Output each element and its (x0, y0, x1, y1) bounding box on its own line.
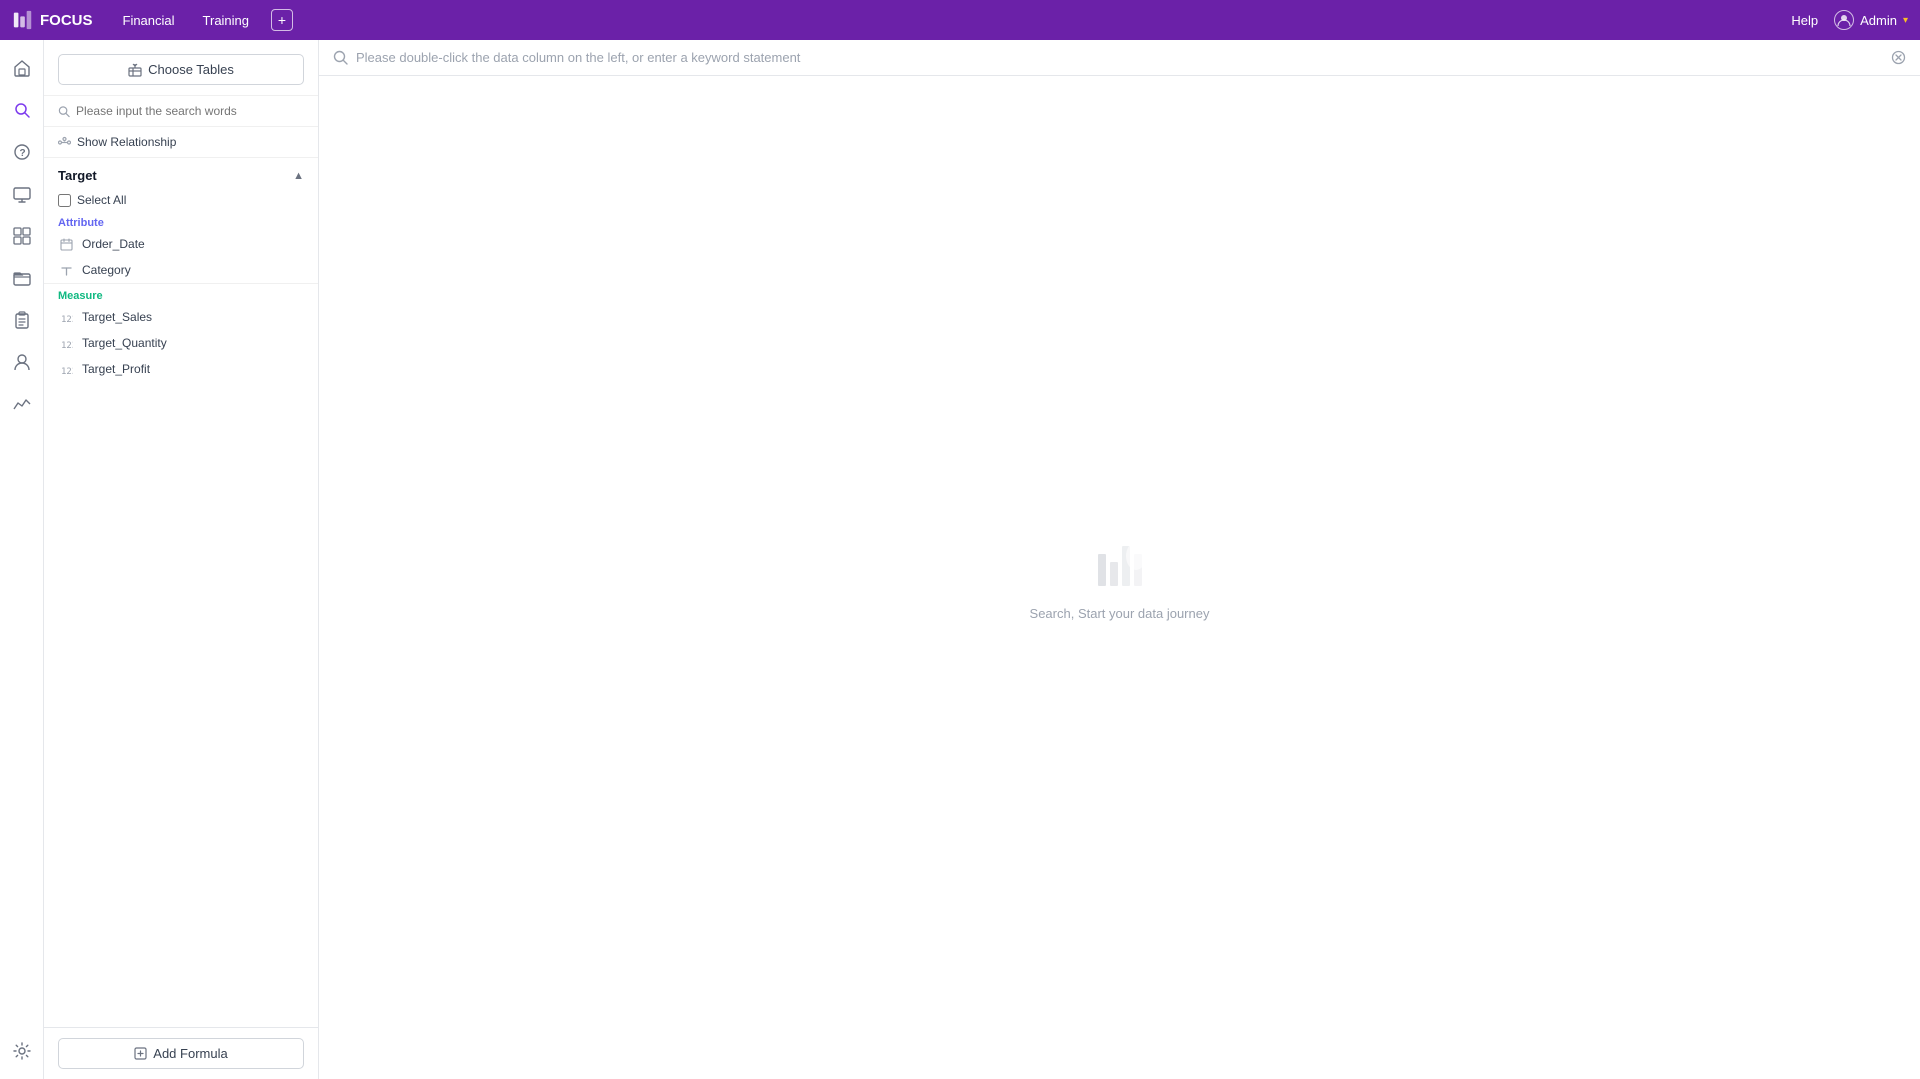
icon-sidebar: ? (0, 40, 44, 1079)
sidebar-item-clipboard[interactable] (4, 302, 40, 338)
home-icon (13, 59, 31, 77)
list-item[interactable]: 123 Target_Profit (44, 356, 318, 382)
sidebar-item-user[interactable] (4, 344, 40, 380)
svg-text:?: ? (19, 148, 25, 159)
empty-state-chart-icon (1090, 534, 1150, 594)
top-search-input[interactable] (356, 50, 1883, 65)
select-all-row: Select All (44, 189, 318, 213)
panel-search-field (44, 96, 318, 127)
user-icon (13, 353, 31, 371)
sidebar-item-folder[interactable] (4, 260, 40, 296)
sidebar-item-home[interactable] (4, 50, 40, 86)
main-layout: ? (0, 40, 1920, 1079)
select-all-label[interactable]: Select All (77, 193, 126, 207)
select-all-checkbox[interactable] (58, 194, 71, 207)
nav-training[interactable]: Training (197, 9, 255, 32)
list-item[interactable]: 123 Target_Sales (44, 304, 318, 330)
data-panel-content: Target ▲ Select All Attribute (44, 158, 318, 1027)
user-name: Admin (1860, 13, 1897, 28)
navbar: FOCUS Financial Training + Help Admin ▾ (0, 0, 1920, 40)
add-formula-button[interactable]: Add Formula (58, 1038, 304, 1069)
add-formula-label: Add Formula (153, 1046, 227, 1061)
show-relationship-row[interactable]: Show Relationship (44, 127, 318, 158)
show-relationship-label: Show Relationship (77, 135, 176, 149)
panel-search-input[interactable] (76, 104, 304, 118)
list-item[interactable]: 123 Target_Quantity (44, 330, 318, 356)
choose-tables-label: Choose Tables (148, 62, 234, 77)
attribute-category-label: Attribute (44, 213, 318, 231)
clipboard-icon (13, 311, 31, 329)
data-panel: Choose Tables Show Relationship (44, 40, 319, 1079)
add-formula-icon (134, 1047, 147, 1060)
field-target-quantity: Target_Quantity (82, 336, 167, 350)
number-icon-1: 123 (58, 309, 74, 325)
settings-icon (13, 1042, 31, 1060)
help-icon: ? (13, 143, 31, 161)
list-item[interactable]: Order_Date (44, 231, 318, 257)
number-icon-2: 123 (58, 335, 74, 351)
target-section-header[interactable]: Target ▲ (44, 158, 318, 189)
empty-state-text: Search, Start your data journey (1030, 606, 1210, 621)
data-panel-footer: Add Formula (44, 1027, 318, 1079)
number-icon-3: 123 (58, 361, 74, 377)
empty-state: Search, Start your data journey (319, 76, 1920, 1079)
add-tab-button[interactable]: + (271, 9, 293, 31)
panel-search-icon (58, 105, 70, 118)
user-chevron-icon: ▾ (1903, 15, 1908, 26)
field-target-sales: Target_Sales (82, 310, 152, 324)
svg-text:123: 123 (61, 315, 73, 324)
navbar-right: Help Admin ▾ (1791, 10, 1908, 30)
sidebar-item-report[interactable] (4, 176, 40, 212)
help-link[interactable]: Help (1791, 13, 1818, 28)
sidebar-item-help[interactable]: ? (4, 134, 40, 170)
choose-tables-button[interactable]: Choose Tables (58, 54, 304, 85)
sidebar-item-search[interactable] (4, 92, 40, 128)
search-sidebar-icon (13, 101, 31, 119)
top-search-bar (319, 40, 1920, 76)
chevron-up-icon: ▲ (293, 170, 304, 182)
logo-text: FOCUS (40, 12, 93, 29)
analytics-icon (13, 395, 31, 413)
data-panel-header: Choose Tables (44, 40, 318, 96)
text-field-icon (58, 262, 74, 278)
measure-category-label: Measure (44, 283, 318, 304)
field-category: Category (82, 263, 131, 277)
grid-icon (13, 227, 31, 245)
monitor-icon (13, 185, 31, 203)
top-search-icon (333, 50, 348, 65)
calendar-icon (58, 236, 74, 252)
target-section-name: Target (58, 168, 97, 183)
svg-text:123: 123 (61, 367, 73, 376)
sidebar-item-grid[interactable] (4, 218, 40, 254)
logo-icon (12, 9, 34, 31)
clear-search-icon[interactable] (1891, 50, 1906, 65)
app-logo: FOCUS (12, 9, 93, 31)
user-menu[interactable]: Admin ▾ (1834, 10, 1908, 30)
relationship-icon (58, 136, 71, 149)
sidebar-item-analytics[interactable] (4, 386, 40, 422)
main-content: Search, Start your data journey (319, 40, 1920, 1079)
user-avatar-icon (1834, 10, 1854, 30)
svg-text:123: 123 (61, 341, 73, 350)
folder-icon (13, 269, 31, 287)
field-order-date: Order_Date (82, 237, 145, 251)
sidebar-item-settings[interactable] (4, 1033, 40, 1069)
table-upload-icon (128, 63, 142, 77)
field-target-profit: Target_Profit (82, 362, 150, 376)
nav-financial[interactable]: Financial (117, 9, 181, 32)
list-item[interactable]: Category (44, 257, 318, 283)
table-section-target: Target ▲ Select All Attribute (44, 158, 318, 382)
